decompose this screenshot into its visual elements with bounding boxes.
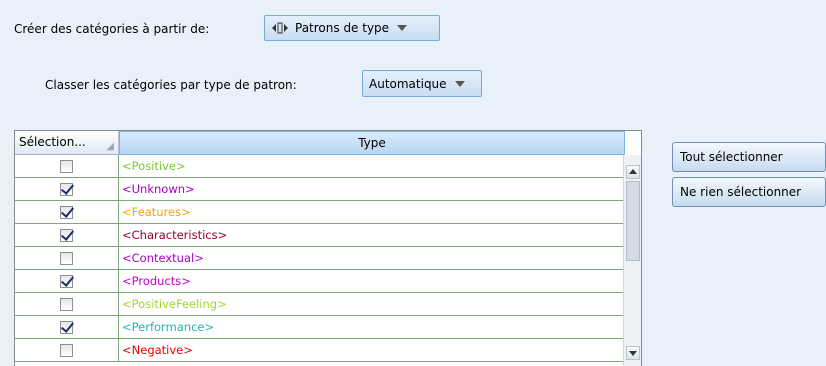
category-type-table: Sélection... ◢ Type <Positive> <Unknown> <…	[14, 130, 642, 366]
table-row[interactable]: <Features>	[15, 201, 623, 224]
column-header-type[interactable]: Type	[119, 131, 625, 155]
selection-cell	[15, 270, 119, 292]
table-row[interactable]: <Positive>	[15, 155, 623, 178]
table-row[interactable]: <Performance>	[15, 316, 623, 339]
select-all-button[interactable]: Tout sélectionner	[672, 142, 826, 172]
sort-by-dropdown[interactable]: Automatique	[362, 70, 482, 97]
table-body: <Positive> <Unknown> <Features> <Characteri…	[15, 155, 623, 362]
type-label: <PositiveFeeling>	[122, 297, 227, 311]
table-header: Sélection... ◢ Type	[15, 131, 641, 155]
selection-cell	[15, 201, 119, 223]
type-label: <Contextual>	[122, 251, 204, 265]
selection-cell	[15, 247, 119, 269]
row-checkbox[interactable]	[60, 228, 73, 242]
table-row[interactable]: <Unknown>	[15, 178, 623, 201]
row-checkbox[interactable]	[60, 274, 73, 288]
type-label: <Unknown>	[122, 182, 195, 196]
vertical-scrollbar[interactable]	[623, 155, 641, 366]
row-checkbox[interactable]	[60, 297, 73, 311]
selection-cell	[15, 224, 119, 246]
row-checkbox[interactable]	[60, 343, 73, 357]
sort-by-value: Automatique	[369, 76, 447, 91]
selection-cell	[15, 339, 119, 361]
chevron-down-icon	[454, 80, 465, 87]
type-label: <Characteristics>	[122, 228, 228, 242]
row-checkbox[interactable]	[60, 251, 73, 265]
column-header-selection[interactable]: Sélection... ◢	[15, 131, 119, 155]
row-checkbox[interactable]	[60, 320, 73, 334]
scroll-down-icon[interactable]	[626, 346, 640, 360]
select-none-button[interactable]: Ne rien sélectionner	[672, 177, 826, 207]
selection-cell	[15, 178, 119, 200]
type-label: <Positive>	[122, 159, 186, 173]
scroll-thumb[interactable]	[626, 181, 640, 261]
table-row[interactable]: <Products>	[15, 270, 623, 293]
table-row[interactable]: <PositiveFeeling>	[15, 293, 623, 316]
type-label: <Products>	[122, 274, 191, 288]
chevron-down-icon	[397, 25, 408, 31]
scroll-up-icon[interactable]	[626, 165, 640, 179]
selection-cell	[15, 155, 119, 177]
type-label: <Features>	[122, 205, 191, 219]
selection-cell	[15, 316, 119, 338]
table-row[interactable]: <Contextual>	[15, 247, 623, 270]
table-row[interactable]: <Negative>	[15, 339, 623, 362]
sort-by-label: Classer les catégories par type de patro…	[45, 78, 297, 92]
create-from-dropdown[interactable]: Patrons de type	[264, 15, 440, 41]
pattern-icon	[271, 22, 289, 34]
row-checkbox[interactable]	[60, 182, 73, 196]
row-checkbox[interactable]	[60, 159, 73, 173]
row-checkbox[interactable]	[60, 205, 73, 219]
create-from-label: Créer des catégories à partir de:	[14, 22, 210, 36]
selection-cell	[15, 293, 119, 315]
type-label: <Performance>	[122, 320, 215, 334]
type-label: <Negative>	[122, 343, 193, 357]
table-row[interactable]: <Characteristics>	[15, 224, 623, 247]
create-from-value: Patrons de type	[295, 21, 390, 35]
